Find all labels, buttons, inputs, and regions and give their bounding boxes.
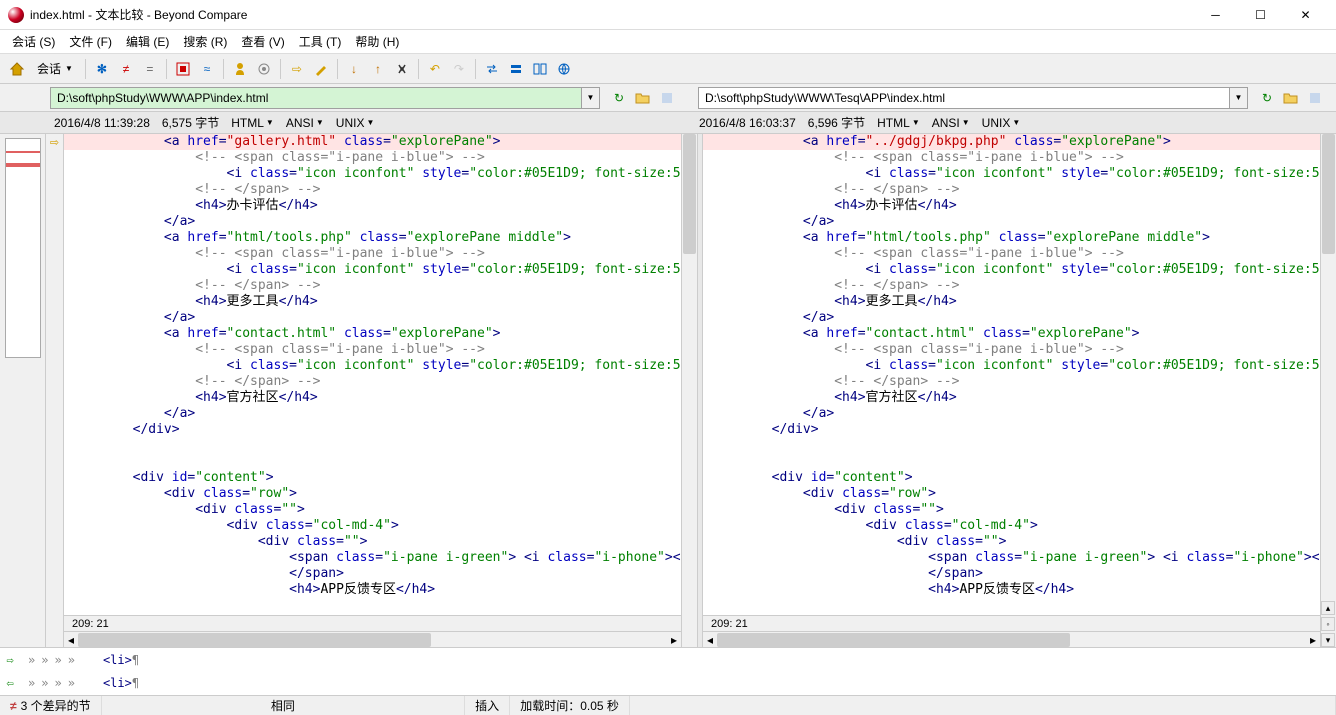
left-format-dropdown[interactable]: HTML ▼ — [231, 116, 274, 130]
all-button[interactable]: ✻ — [91, 58, 113, 80]
left-code-view[interactable]: <a href="gallery.html" class="explorePan… — [64, 134, 681, 615]
left-refresh-button[interactable]: ↻ — [608, 87, 630, 109]
left-hscroll[interactable]: ◂▸ — [64, 631, 681, 647]
scroll-up-button[interactable]: ▴ — [1321, 601, 1335, 615]
preview-line-1: <li>¶ — [83, 653, 139, 667]
left-vscroll[interactable] — [681, 134, 697, 647]
left-save-button[interactable] — [656, 87, 678, 109]
right-code-view[interactable]: <a href="../gdgj/bkpg.php" class="explor… — [703, 134, 1320, 615]
window-title: index.html - 文本比较 - Beyond Compare — [30, 6, 1193, 23]
copy-left-button[interactable]: ↓ — [343, 58, 365, 80]
preview-prev-icon[interactable]: ⇦ — [0, 676, 20, 690]
right-open-button[interactable] — [1280, 87, 1302, 109]
menubar: 会话 (S) 文件 (F) 编辑 (E) 搜索 (R) 查看 (V) 工具 (T… — [0, 30, 1336, 54]
toolbar: 会话▼ ✻ ≠ = ≈ ⇨ ↓ ↑ ↶ ↷ — [0, 54, 1336, 84]
preview-panel: ⇨ »»»» <li>¶ ⇦ »»»» <li>¶ — [0, 647, 1336, 695]
diff-arrow-icon: ⇨ — [46, 134, 63, 149]
app-icon — [8, 7, 24, 23]
right-encoding-dropdown[interactable]: ANSI ▼ — [932, 116, 970, 130]
path-bar: ▼ ↻ ▼ ↻ — [0, 84, 1336, 112]
menu-file[interactable]: 文件 (F) — [63, 31, 118, 52]
right-save-button[interactable] — [1304, 87, 1326, 109]
left-encoding-dropdown[interactable]: ANSI ▼ — [286, 116, 324, 130]
scroll-down-button[interactable]: ▾ — [1321, 633, 1335, 647]
thumbnail-overview[interactable] — [5, 138, 41, 358]
diff-button[interactable]: ≠ — [115, 58, 137, 80]
statusbar: ≠3 个差异的节 相同 插入 加载时间：0.05 秒 — [0, 695, 1336, 715]
layout-button[interactable] — [529, 58, 551, 80]
approx-button[interactable]: ≈ — [196, 58, 218, 80]
status-same: 相同 — [102, 696, 466, 715]
right-pane: <a href="../gdgj/bkpg.php" class="explor… — [703, 134, 1320, 647]
menu-view[interactable]: 查看 (V) — [235, 31, 290, 52]
menu-help[interactable]: 帮助 (H) — [349, 31, 405, 52]
right-cursor-pos: 209: 21 — [703, 615, 1320, 631]
right-size: 6,596 字节 — [808, 114, 865, 131]
right-date: 2016/4/8 16:03:37 — [699, 116, 796, 130]
status-insert: 插入 — [465, 696, 510, 715]
scroll-mode-button[interactable]: ◦ — [1321, 617, 1335, 631]
right-lineend-dropdown[interactable]: UNIX ▼ — [982, 116, 1021, 130]
preview-next-icon[interactable]: ⇨ — [0, 653, 20, 667]
left-lineend-dropdown[interactable]: UNIX ▼ — [336, 116, 375, 130]
session-dropdown[interactable]: 会话▼ — [30, 57, 80, 80]
edit-button[interactable] — [310, 58, 332, 80]
thumbnail-column[interactable] — [0, 134, 46, 647]
web-button[interactable] — [553, 58, 575, 80]
right-hscroll[interactable]: ◂▸ — [703, 631, 1320, 647]
right-refresh-button[interactable]: ↻ — [1256, 87, 1278, 109]
minimize-button[interactable]: ─ — [1193, 0, 1238, 30]
menu-edit[interactable]: 编辑 (E) — [120, 31, 175, 52]
compare-area: ⇨ <a href="gallery.html" class="exploreP… — [0, 134, 1336, 647]
left-path-input[interactable] — [50, 87, 582, 109]
menu-tools[interactable]: 工具 (T) — [293, 31, 348, 52]
info-bar: 2016/4/8 11:39:28 6,575 字节 HTML ▼ ANSI ▼… — [0, 112, 1336, 134]
right-format-dropdown[interactable]: HTML ▼ — [877, 116, 920, 130]
preview-line-2: <li>¶ — [83, 676, 139, 690]
left-pane: <a href="gallery.html" class="explorePan… — [64, 134, 681, 647]
find-button[interactable] — [391, 58, 413, 80]
same-button[interactable]: = — [139, 58, 161, 80]
right-path-input[interactable] — [698, 87, 1230, 109]
menu-search[interactable]: 搜索 (R) — [177, 31, 233, 52]
right-vscroll[interactable]: ▴ ◦ ▾ — [1320, 134, 1336, 647]
status-diffs: ≠3 个差异的节 — [0, 696, 102, 715]
close-button[interactable]: ✕ — [1283, 0, 1328, 30]
left-gutter: ⇨ — [46, 134, 64, 647]
rules-button[interactable] — [229, 58, 251, 80]
home-button[interactable] — [6, 58, 28, 80]
maximize-button[interactable]: ☐ — [1238, 0, 1283, 30]
left-date: 2016/4/8 11:39:28 — [54, 116, 150, 130]
left-size: 6,575 字节 — [162, 114, 219, 131]
menu-session[interactable]: 会话 (S) — [6, 31, 61, 52]
next-diff-button[interactable]: ⇨ — [286, 58, 308, 80]
right-path-dropdown[interactable]: ▼ — [1230, 87, 1248, 109]
copy-right-button[interactable]: ↑ — [367, 58, 389, 80]
left-path-dropdown[interactable]: ▼ — [582, 87, 600, 109]
left-open-button[interactable] — [632, 87, 654, 109]
left-cursor-pos: 209: 21 — [64, 615, 681, 631]
reload-button[interactable] — [505, 58, 527, 80]
titlebar: index.html - 文本比较 - Beyond Compare ─ ☐ ✕ — [0, 0, 1336, 30]
format-button[interactable] — [253, 58, 275, 80]
context-button[interactable] — [172, 58, 194, 80]
undo-button[interactable]: ↶ — [424, 58, 446, 80]
swap-button[interactable] — [481, 58, 503, 80]
redo-button[interactable]: ↷ — [448, 58, 470, 80]
status-loadtime: 加载时间：0.05 秒 — [510, 696, 630, 715]
